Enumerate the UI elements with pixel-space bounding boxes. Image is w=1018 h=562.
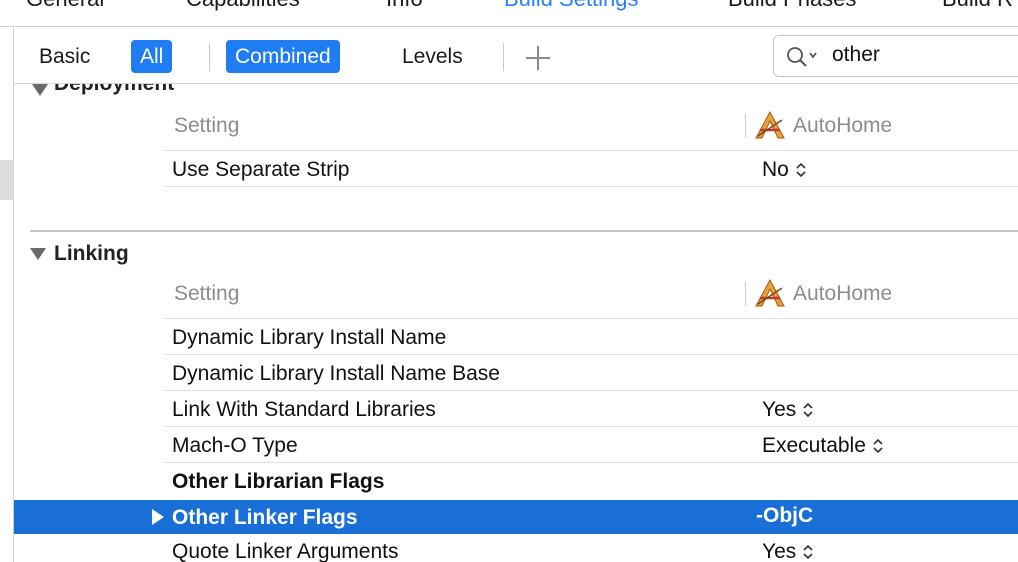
row-divider — [164, 318, 1018, 319]
setting-name[interactable]: Dynamic Library Install Name Base — [172, 362, 500, 386]
row-divider — [164, 462, 1018, 463]
stepper-icon[interactable] — [795, 161, 807, 179]
setting-name[interactable]: Other Linker Flags — [172, 506, 358, 530]
search-input[interactable]: other — [832, 43, 880, 67]
section-title-linking: Linking — [54, 242, 129, 265]
setting-name[interactable]: Other Librarian Flags — [172, 470, 384, 494]
combined-filter-button[interactable]: Combined — [226, 40, 340, 73]
add-setting-icon[interactable] — [523, 39, 553, 70]
row-divider — [164, 426, 1018, 427]
gutter-scroll-knob[interactable] — [0, 160, 13, 200]
table-row-selected[interactable] — [14, 500, 1018, 534]
collapse-triangle-icon[interactable] — [32, 84, 48, 96]
setting-value[interactable]: No — [762, 158, 807, 182]
row-divider — [164, 150, 1018, 151]
row-divider — [164, 390, 1018, 391]
build-settings-table: Deployment Setting AutoHome Use Separate… — [14, 84, 1018, 562]
setting-name[interactable]: Link With Standard Libraries — [172, 398, 436, 422]
tab-info[interactable]: Info — [386, 0, 423, 12]
filter-divider — [209, 43, 210, 71]
basic-filter-button[interactable]: Basic — [30, 40, 99, 73]
setting-column-header: Setting — [174, 282, 240, 305]
setting-name[interactable]: Mach-O Type — [172, 434, 298, 458]
setting-column-header: Setting — [174, 114, 240, 137]
row-divider — [164, 186, 1018, 187]
filter-divider — [503, 43, 504, 71]
tab-build-rules[interactable]: Build R — [942, 0, 1013, 12]
setting-value[interactable]: Executable — [762, 434, 884, 458]
tab-build-settings[interactable]: Build Settings — [504, 0, 639, 12]
stepper-icon[interactable] — [802, 401, 814, 419]
xcode-target-icon — [754, 278, 786, 313]
setting-value[interactable]: Yes — [762, 398, 814, 422]
search-icon[interactable] — [786, 45, 826, 69]
setting-value[interactable]: Yes — [762, 540, 814, 562]
column-divider — [745, 114, 746, 138]
setting-name[interactable]: Quote Linker Arguments — [172, 540, 398, 562]
column-divider — [745, 282, 746, 306]
setting-name[interactable]: Use Separate Strip — [172, 158, 349, 182]
tab-capabilities[interactable]: Capabilities — [186, 0, 300, 12]
target-column-header: AutoHome — [793, 282, 893, 305]
section-title-deployment: Deployment — [54, 84, 174, 96]
xcode-target-icon — [754, 110, 786, 145]
collapse-triangle-icon[interactable] — [30, 248, 46, 260]
stepper-icon[interactable] — [872, 437, 884, 455]
setting-name[interactable]: Dynamic Library Install Name — [172, 326, 446, 350]
tab-build-phases[interactable]: Build Phases — [728, 0, 856, 12]
setting-value[interactable]: -ObjC — [756, 504, 813, 528]
stepper-icon[interactable] — [802, 543, 814, 561]
section-divider — [30, 230, 1018, 232]
tab-general[interactable]: General — [26, 0, 104, 12]
target-column-header: AutoHome — [793, 114, 893, 137]
all-filter-button[interactable]: All — [131, 40, 173, 73]
filter-bar: Basic All Combined Levels other — [14, 27, 1018, 84]
expand-triangle-icon[interactable] — [152, 509, 164, 525]
levels-filter-button[interactable]: Levels — [393, 40, 472, 73]
tab-bar: General Capabilities Info Build Settings… — [0, 0, 1018, 27]
search-field[interactable]: other — [773, 35, 1018, 77]
row-divider — [164, 354, 1018, 355]
